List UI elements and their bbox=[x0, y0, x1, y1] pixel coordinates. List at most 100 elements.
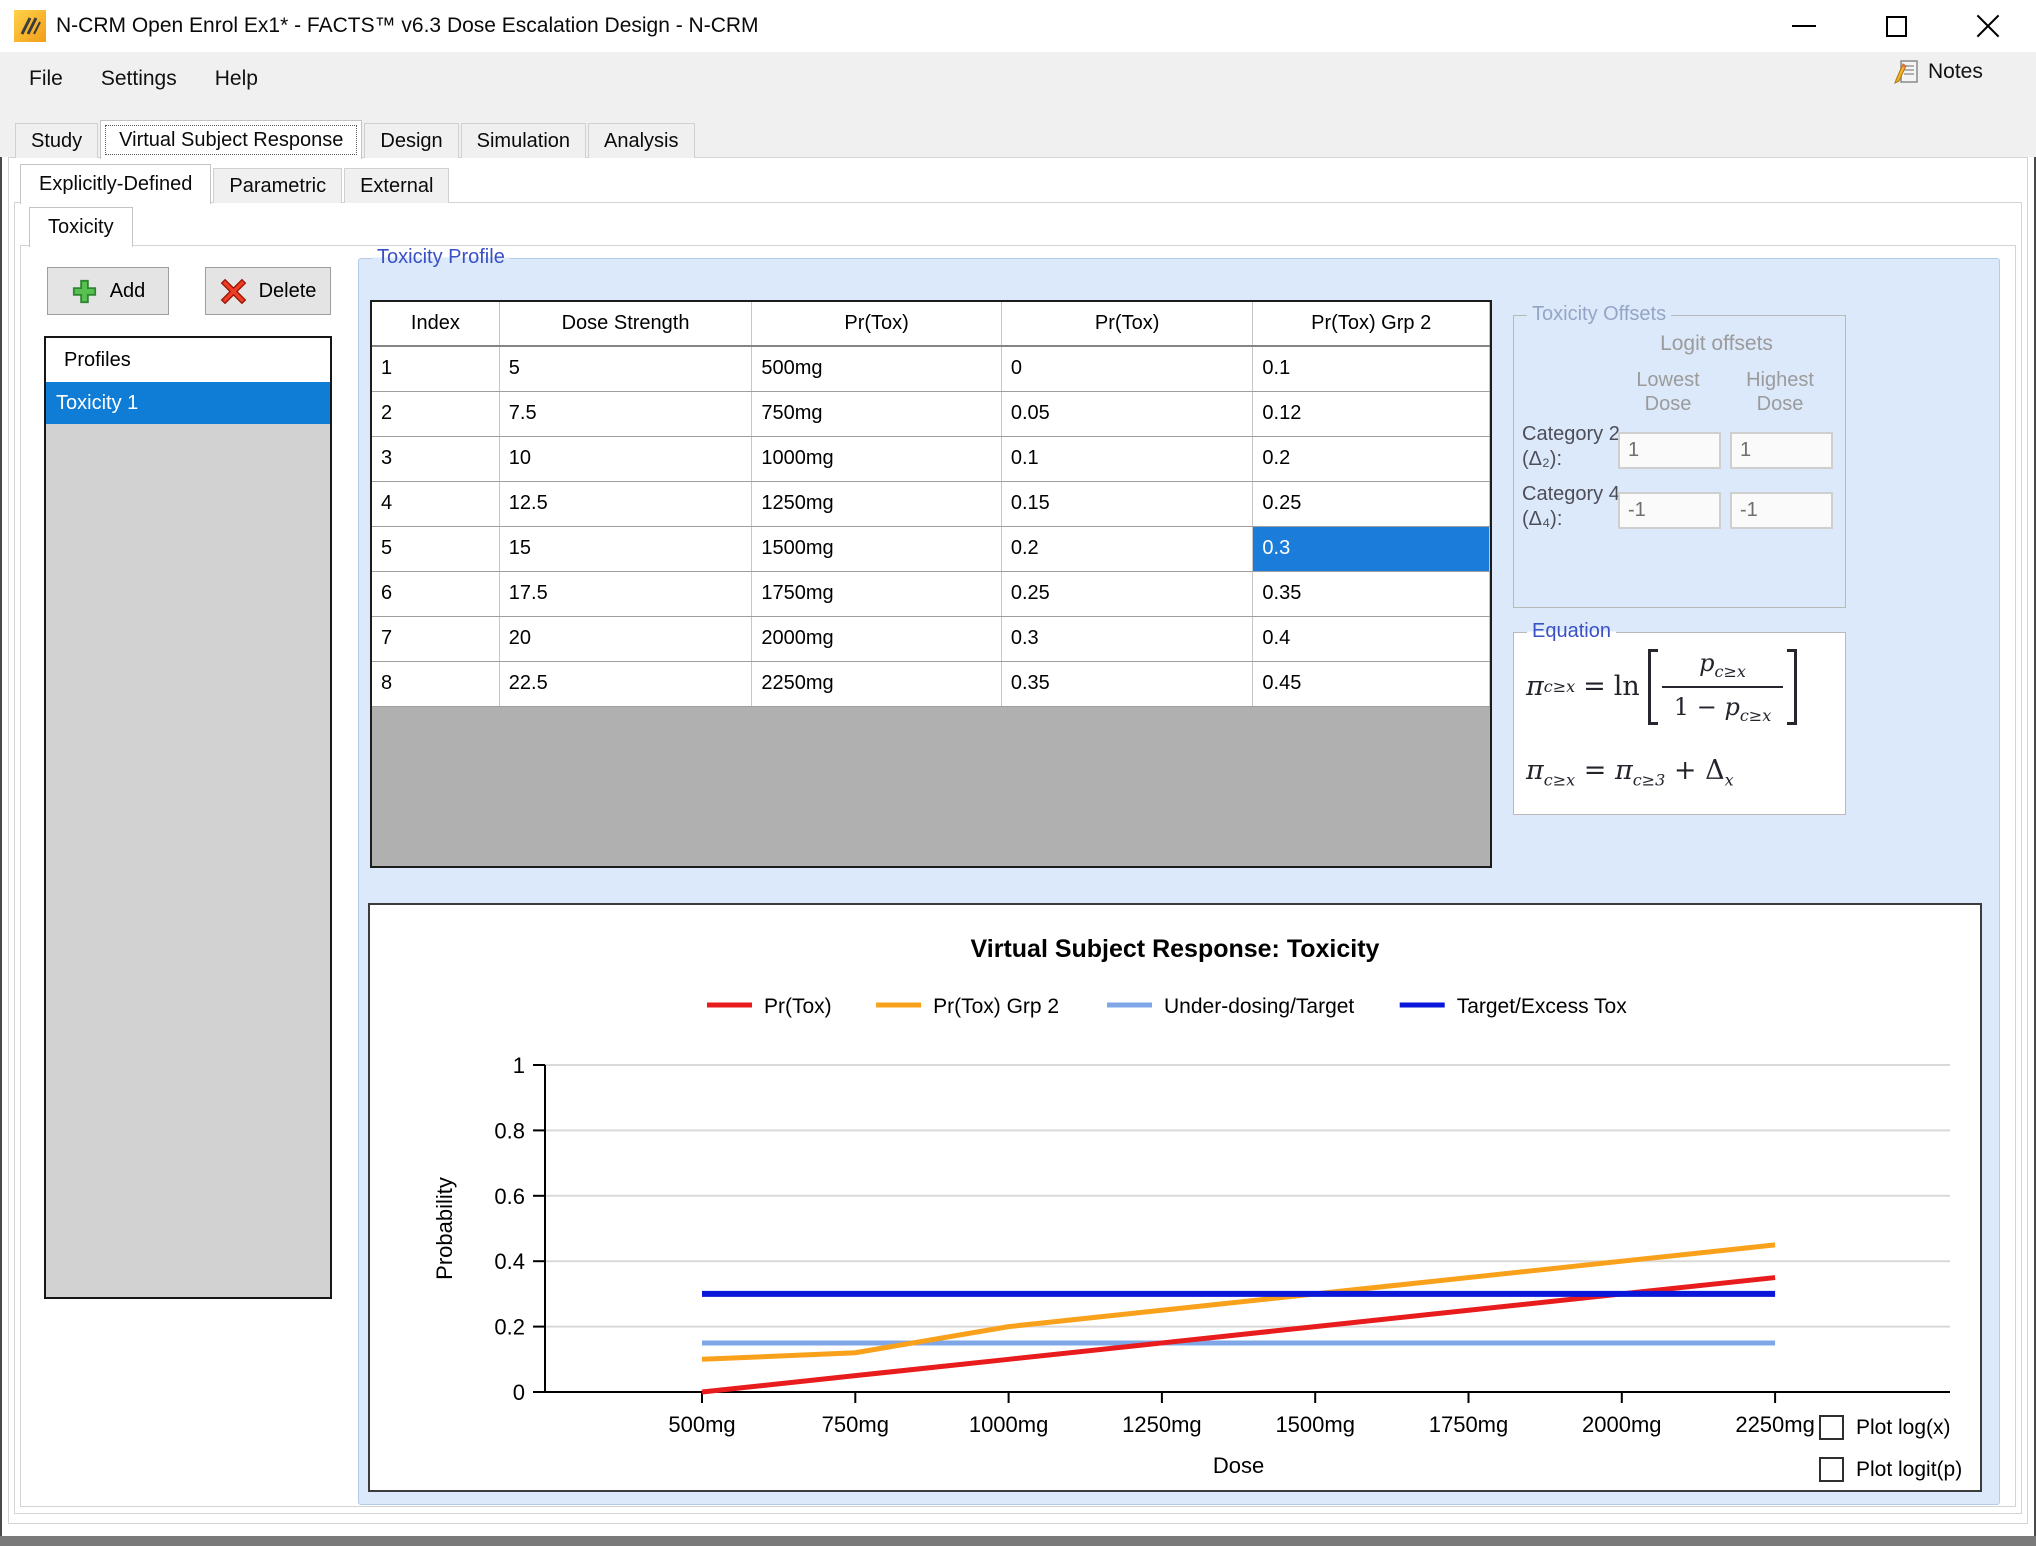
table-cell[interactable]: 5 bbox=[372, 527, 500, 571]
tab-external[interactable]: External bbox=[344, 168, 449, 203]
menu-item-help[interactable]: Help bbox=[196, 67, 277, 91]
table-cell[interactable]: 0.25 bbox=[1253, 482, 1490, 526]
table-cell[interactable]: 1000mg bbox=[752, 437, 1002, 481]
cat4-highest-dose-input: -1 bbox=[1730, 492, 1833, 529]
toxicity-offsets-group-title: Toxicity Offsets bbox=[1527, 303, 1671, 326]
table-cell[interactable]: 15 bbox=[500, 527, 753, 571]
plot-logx-checkbox[interactable] bbox=[1819, 1415, 1844, 1440]
table-cell[interactable]: 1750mg bbox=[752, 572, 1002, 616]
table-cell[interactable]: 17.5 bbox=[500, 572, 753, 616]
plot-logx-label: Plot log(x) bbox=[1856, 1415, 1951, 1440]
table-cell[interactable]: 0.1 bbox=[1253, 347, 1490, 391]
table-cell[interactable]: 0.1 bbox=[1002, 437, 1254, 481]
tab-label: Toxicity bbox=[48, 216, 114, 239]
tab-analysis[interactable]: Analysis bbox=[588, 123, 694, 158]
right-bracket bbox=[1787, 649, 1797, 725]
table-row: 15500mg00.1 bbox=[372, 347, 1490, 392]
minimize-button[interactable] bbox=[1768, 0, 1840, 52]
table-cell-selected[interactable]: 0.3 bbox=[1253, 527, 1490, 571]
sub-tab-strip: Explicitly-Defined Parametric External bbox=[20, 163, 449, 203]
table-cell[interactable]: 1250mg bbox=[752, 482, 1002, 526]
lowest-dose-header: Lowest Dose bbox=[1618, 368, 1718, 416]
profiles-list[interactable]: Profiles Toxicity 1 bbox=[44, 336, 332, 1299]
menu-bar: FileSettingsHelp bbox=[10, 56, 277, 102]
delete-button-label: Delete bbox=[259, 280, 317, 303]
table-cell[interactable]: 0.35 bbox=[1002, 662, 1254, 706]
table-cell[interactable]: 0.2 bbox=[1253, 437, 1490, 481]
main-tab-strip: StudyVirtual Subject ResponseDesignSimul… bbox=[15, 119, 695, 158]
table-cell[interactable]: 10 bbox=[500, 437, 753, 481]
table-cell[interactable]: 0.05 bbox=[1002, 392, 1254, 436]
column-header-dose-strength-1[interactable]: Dose Strength bbox=[500, 302, 753, 345]
table-cell[interactable]: 750mg bbox=[752, 392, 1002, 436]
x-tick-label: 1250mg bbox=[1122, 1412, 1202, 1437]
table-cell[interactable]: 0.12 bbox=[1253, 392, 1490, 436]
table-cell[interactable]: 20 bbox=[500, 617, 753, 661]
column-header-pr-tox-2[interactable]: Pr(Tox) bbox=[752, 302, 1002, 345]
menu-item-file[interactable]: File bbox=[10, 67, 82, 91]
chart-title: Virtual Subject Response: Toxicity bbox=[971, 935, 1380, 963]
legend-label-pr-tox-grp-2: Pr(Tox) Grp 2 bbox=[933, 995, 1059, 1018]
table-cell[interactable]: 7.5 bbox=[500, 392, 753, 436]
table-cell[interactable]: 0.15 bbox=[1002, 482, 1254, 526]
close-button[interactable] bbox=[1952, 0, 2024, 52]
column-header-index-0[interactable]: Index bbox=[372, 302, 500, 345]
y-tick-label: 1 bbox=[513, 1053, 525, 1078]
table-cell[interactable]: 2250mg bbox=[752, 662, 1002, 706]
legend-label-under-dosing-target: Under-dosing/Target bbox=[1164, 995, 1354, 1018]
table-cell[interactable]: 0.25 bbox=[1002, 572, 1254, 616]
table-cell[interactable]: 0.2 bbox=[1002, 527, 1254, 571]
table-cell[interactable]: 0.45 bbox=[1253, 662, 1490, 706]
table-cell[interactable]: 22.5 bbox=[500, 662, 753, 706]
delete-button[interactable]: Delete bbox=[205, 267, 331, 315]
table-cell[interactable]: 0.4 bbox=[1253, 617, 1490, 661]
tab-design[interactable]: Design bbox=[364, 123, 458, 158]
toxicity-profile-group-title: Toxicity Profile bbox=[372, 246, 510, 269]
table-row: 617.51750mg0.250.35 bbox=[372, 572, 1490, 617]
tab-virtual-subject-response[interactable]: Virtual Subject Response bbox=[100, 120, 362, 159]
table-row: 3101000mg0.10.2 bbox=[372, 437, 1490, 482]
table-cell[interactable]: 0.35 bbox=[1253, 572, 1490, 616]
table-cell[interactable]: 2000mg bbox=[752, 617, 1002, 661]
table-cell[interactable]: 500mg bbox=[752, 347, 1002, 391]
table-row: 7202000mg0.30.4 bbox=[372, 617, 1490, 662]
equation-group: πc≥x = ln pc≥x 1 − pc≥x πc≥x = πc≥3 + Δx bbox=[1513, 632, 1846, 815]
application-window: N-CRM Open Enrol Ex1* - FACTS™ v6.3 Dose… bbox=[0, 0, 2036, 1546]
menu-item-settings[interactable]: Settings bbox=[82, 67, 196, 91]
window-bottom-edge bbox=[0, 1536, 2036, 1546]
table-cell[interactable]: 1500mg bbox=[752, 527, 1002, 571]
table-cell[interactable]: 12.5 bbox=[500, 482, 753, 526]
table-cell[interactable]: 7 bbox=[372, 617, 500, 661]
column-header-pr-tox-grp-2-4[interactable]: Pr(Tox) Grp 2 bbox=[1253, 302, 1490, 345]
table-row: 822.52250mg0.350.45 bbox=[372, 662, 1490, 707]
tab-study[interactable]: Study bbox=[15, 123, 98, 158]
plot-logitp-checkbox[interactable] bbox=[1819, 1457, 1844, 1482]
table-row: 5151500mg0.20.3 bbox=[372, 527, 1490, 572]
notes-button[interactable]: Notes bbox=[1893, 58, 1983, 85]
left-bracket bbox=[1648, 649, 1658, 725]
table-cell[interactable]: 0.3 bbox=[1002, 617, 1254, 661]
tab-parametric[interactable]: Parametric bbox=[213, 168, 342, 203]
table-cell[interactable]: 3 bbox=[372, 437, 500, 481]
tab-label: Parametric bbox=[229, 175, 326, 198]
table-cell[interactable]: 1 bbox=[372, 347, 500, 391]
column-header-pr-tox-3[interactable]: Pr(Tox) bbox=[1002, 302, 1254, 345]
table-cell[interactable]: 4 bbox=[372, 482, 500, 526]
add-button[interactable]: Add bbox=[47, 267, 169, 315]
maximize-button[interactable] bbox=[1860, 0, 1932, 52]
tab-label: Explicitly-Defined bbox=[39, 173, 192, 196]
toxicity-table[interactable]: IndexDose StrengthPr(Tox)Pr(Tox)Pr(Tox) … bbox=[370, 300, 1492, 868]
tab-simulation[interactable]: Simulation bbox=[461, 123, 586, 158]
table-cell[interactable]: 5 bbox=[500, 347, 753, 391]
profile-list-item[interactable]: Toxicity 1 bbox=[46, 382, 330, 424]
tab-toxicity[interactable]: Toxicity bbox=[29, 207, 133, 247]
delete-icon bbox=[220, 278, 247, 305]
x-tick-label: 750mg bbox=[822, 1412, 889, 1437]
table-cell[interactable]: 2 bbox=[372, 392, 500, 436]
x-tick-label: 2000mg bbox=[1582, 1412, 1662, 1437]
table-cell[interactable]: 6 bbox=[372, 572, 500, 616]
table-cell[interactable]: 0 bbox=[1002, 347, 1254, 391]
tab-explicitly-defined[interactable]: Explicitly-Defined bbox=[20, 164, 211, 204]
toxicity-chart: 00.20.40.60.81500mg750mg1000mg1250mg1500… bbox=[370, 905, 1980, 1490]
table-cell[interactable]: 8 bbox=[372, 662, 500, 706]
